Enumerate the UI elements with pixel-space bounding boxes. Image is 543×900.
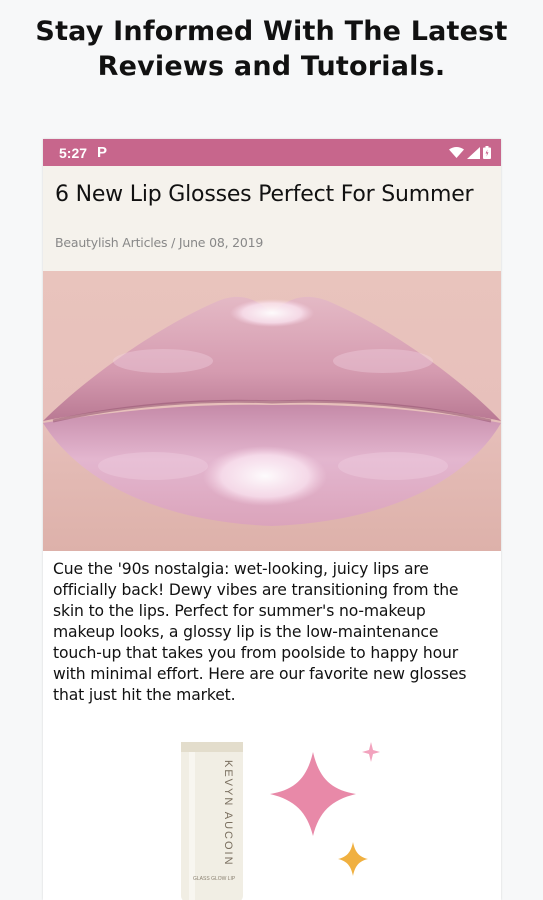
app-notification-icon: P: [97, 144, 108, 161]
phone-screen: 5:27 P 6 New Lip Glosses Perfect For Sum…: [43, 139, 501, 900]
article-header: 6 New Lip Glosses Perfect For Summer Bea…: [43, 166, 501, 271]
product-sub-text: GLASS GLOW LIP: [193, 876, 236, 882]
promo-line-1: Stay Informed With The Latest: [35, 16, 508, 47]
hero-image-lips: [43, 271, 501, 551]
wifi-icon: [449, 146, 464, 158]
product-image-lip-gloss: KEVYN AUCOIN GLASS GLOW LIP: [53, 730, 388, 900]
product-brand-text: KEVYN AUCOIN: [222, 760, 234, 867]
article-title: 6 New Lip Glosses Perfect For Summer: [55, 182, 474, 207]
article-meta: Beautylish Articles / June 08, 2019: [55, 235, 264, 250]
signal-icon: [467, 146, 480, 159]
battery-icon: [483, 146, 491, 159]
promo-headline: Stay Informed With The Latest Reviews an…: [0, 14, 543, 84]
promo-line-2: Reviews and Tutorials.: [97, 51, 446, 82]
status-bar: 5:27 P: [43, 139, 501, 166]
status-icons: [449, 146, 491, 159]
status-time: 5:27: [59, 144, 88, 161]
article-body: Cue the '90s nostalgia: wet-looking, jui…: [53, 560, 467, 704]
